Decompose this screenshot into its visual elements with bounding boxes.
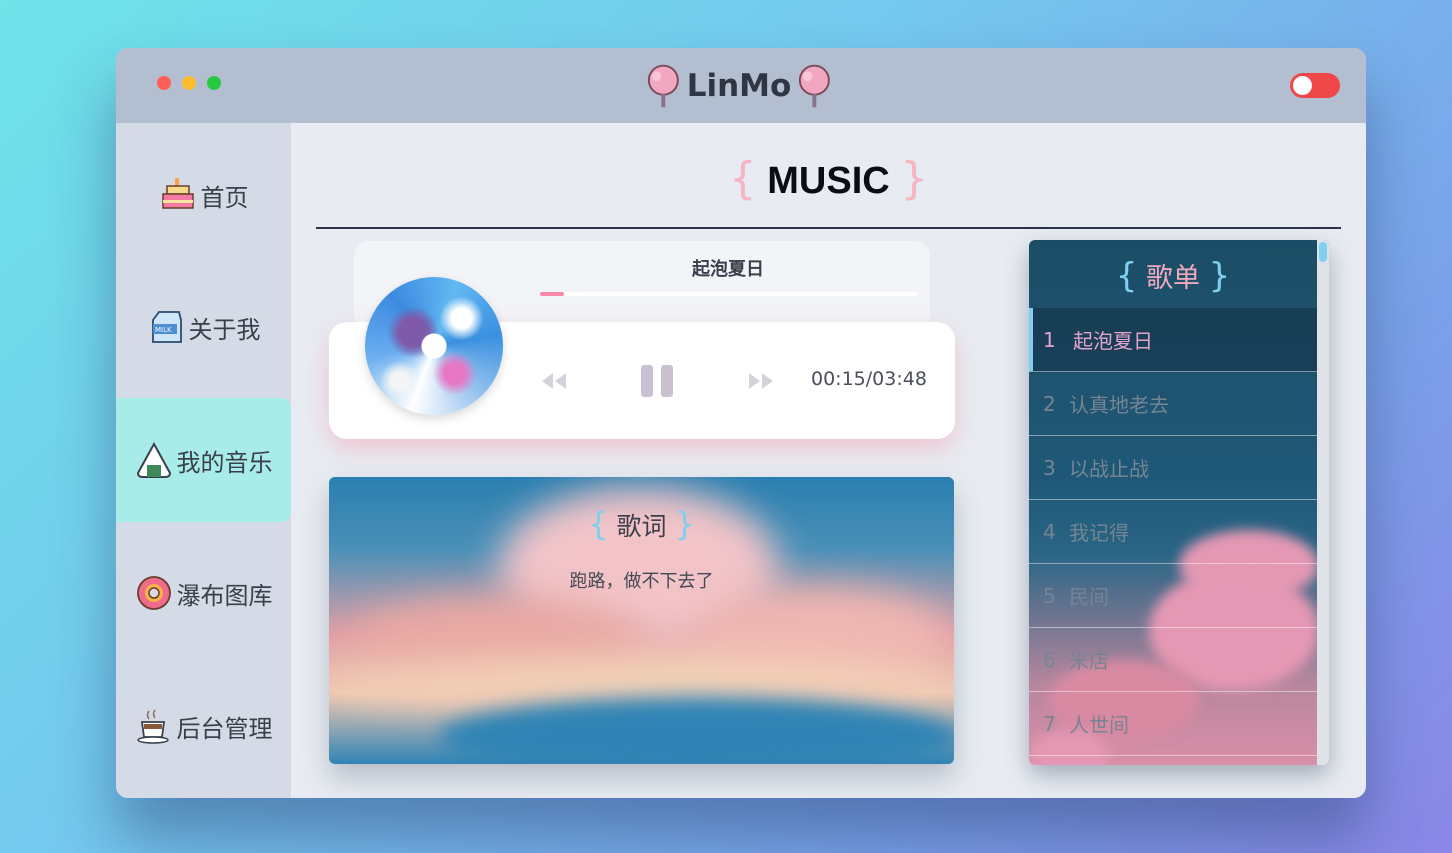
next-button[interactable] — [746, 364, 776, 398]
donut-icon — [136, 576, 171, 610]
scroll-thumb[interactable] — [1319, 242, 1327, 262]
brace-right: } — [900, 153, 929, 204]
sidebar-item-music[interactable]: 我的音乐 — [116, 398, 291, 522]
lyrics-title: { 歌词 } — [329, 505, 954, 543]
progress-bar[interactable] — [540, 292, 917, 296]
sidebar-item-home[interactable]: 首页 — [116, 133, 291, 257]
minimize-window-button[interactable] — [182, 76, 196, 90]
playback-time: 00:15/03:48 — [811, 368, 927, 390]
sidebar-item-label: 后台管理 — [176, 714, 273, 743]
track-number: 2 — [1043, 391, 1056, 416]
cake-icon — [161, 178, 194, 209]
sidebar-item-about[interactable]: MILK 关于我 — [116, 265, 291, 389]
toggle-knob — [1293, 76, 1312, 95]
logo-text: LinMo — [686, 68, 792, 104]
theme-toggle[interactable] — [1290, 73, 1340, 98]
playlist-panel: { 歌单 } 1 起泡夏日 2 认真地老去 3 以战止战 4 我记得 5 民间 … — [1029, 240, 1329, 765]
playlist-item[interactable]: 3 以战止战 — [1029, 436, 1317, 500]
cotton-candy-icon — [799, 64, 831, 108]
playlist-item[interactable]: 1 起泡夏日 — [1029, 308, 1317, 372]
site-logo[interactable]: LinMo — [644, 56, 834, 116]
page-title: { MUSIC } — [291, 153, 1366, 204]
title-bar: LinMo — [116, 48, 1366, 123]
pause-button[interactable] — [639, 364, 675, 398]
playlist-item[interactable]: 6 米店 — [1029, 628, 1317, 692]
svg-text:MILK: MILK — [155, 326, 172, 334]
playlist-item[interactable]: 5 民间 — [1029, 564, 1317, 628]
title-divider — [316, 227, 1341, 229]
onigiri-icon — [136, 441, 171, 478]
lyrics-line: 跑路，做不下去了 — [569, 571, 714, 592]
track-name: 我记得 — [1069, 521, 1129, 545]
main-content: { MUSIC } 起泡夏日 00:15/03:48 {歌词} 跑路，做不下… — [291, 123, 1366, 798]
track-name: 人世间 — [1069, 713, 1129, 737]
coffee-cup-icon — [136, 709, 169, 744]
close-window-button[interactable] — [157, 76, 171, 90]
milk-carton-icon: MILK — [151, 311, 182, 343]
track-number: 4 — [1043, 519, 1056, 544]
track-name: 起泡夏日 — [1073, 329, 1153, 353]
cotton-candy-icon — [647, 64, 679, 108]
playlist-title: { 歌单 } — [1029, 240, 1317, 308]
track-number: 5 — [1043, 583, 1056, 608]
sidebar-item-label: 瀑布图库 — [176, 581, 273, 610]
rewind-icon — [542, 373, 566, 389]
playlist-scrollbar[interactable] — [1317, 240, 1329, 765]
track-number: 1 — [1043, 327, 1056, 352]
track-number: 7 — [1043, 711, 1056, 736]
sidebar-item-gallery[interactable]: 瀑布图库 — [116, 531, 291, 655]
track-number: 3 — [1043, 455, 1056, 480]
lyrics-panel: { 歌词 } 跑路，做不下去了 — [329, 477, 954, 764]
track-name: 以战止战 — [1069, 457, 1149, 481]
album-disc — [365, 277, 503, 415]
track-number: 6 — [1043, 647, 1056, 672]
track-name: 认真地老去 — [1069, 393, 1169, 417]
sidebar-item-label: 我的音乐 — [176, 448, 273, 477]
sidebar-item-admin[interactable]: 后台管理 — [116, 664, 291, 788]
sidebar-item-label: 首页 — [200, 183, 249, 212]
current-song-title: 起泡夏日 — [692, 259, 764, 280]
playlist-item[interactable]: 2 认真地老去 — [1029, 372, 1317, 436]
track-name: 米店 — [1069, 649, 1109, 673]
sidebar-item-label: 关于我 — [188, 315, 261, 344]
playlist-item[interactable]: 7 人世间 — [1029, 692, 1317, 756]
playlist-item[interactable]: 4 我记得 — [1029, 500, 1317, 564]
previous-button[interactable] — [539, 364, 569, 398]
sidebar: 首页 MILK 关于我 我的音乐 瀑布图库 后台管理 — [116, 123, 291, 798]
progress-fill — [540, 292, 564, 296]
fast-forward-icon — [749, 373, 773, 389]
brace-left: { — [588, 505, 609, 543]
page-title-text: MUSIC — [767, 160, 890, 202]
brace-right: } — [1208, 256, 1231, 296]
lyrics-title-text: 歌词 — [616, 512, 667, 541]
brace-right: } — [674, 505, 695, 543]
track-name: 民间 — [1069, 585, 1109, 609]
playlist-title-text: 歌单 — [1146, 263, 1200, 294]
window-controls — [157, 76, 221, 90]
brace-left: { — [728, 153, 757, 204]
brace-left: { — [1115, 256, 1138, 296]
app-window: LinMo 首页 MILK 关于我 我的音乐 瀑布图库 后台管理 {MUSIC… — [116, 48, 1366, 798]
maximize-window-button[interactable] — [207, 76, 221, 90]
pause-icon — [641, 365, 673, 397]
